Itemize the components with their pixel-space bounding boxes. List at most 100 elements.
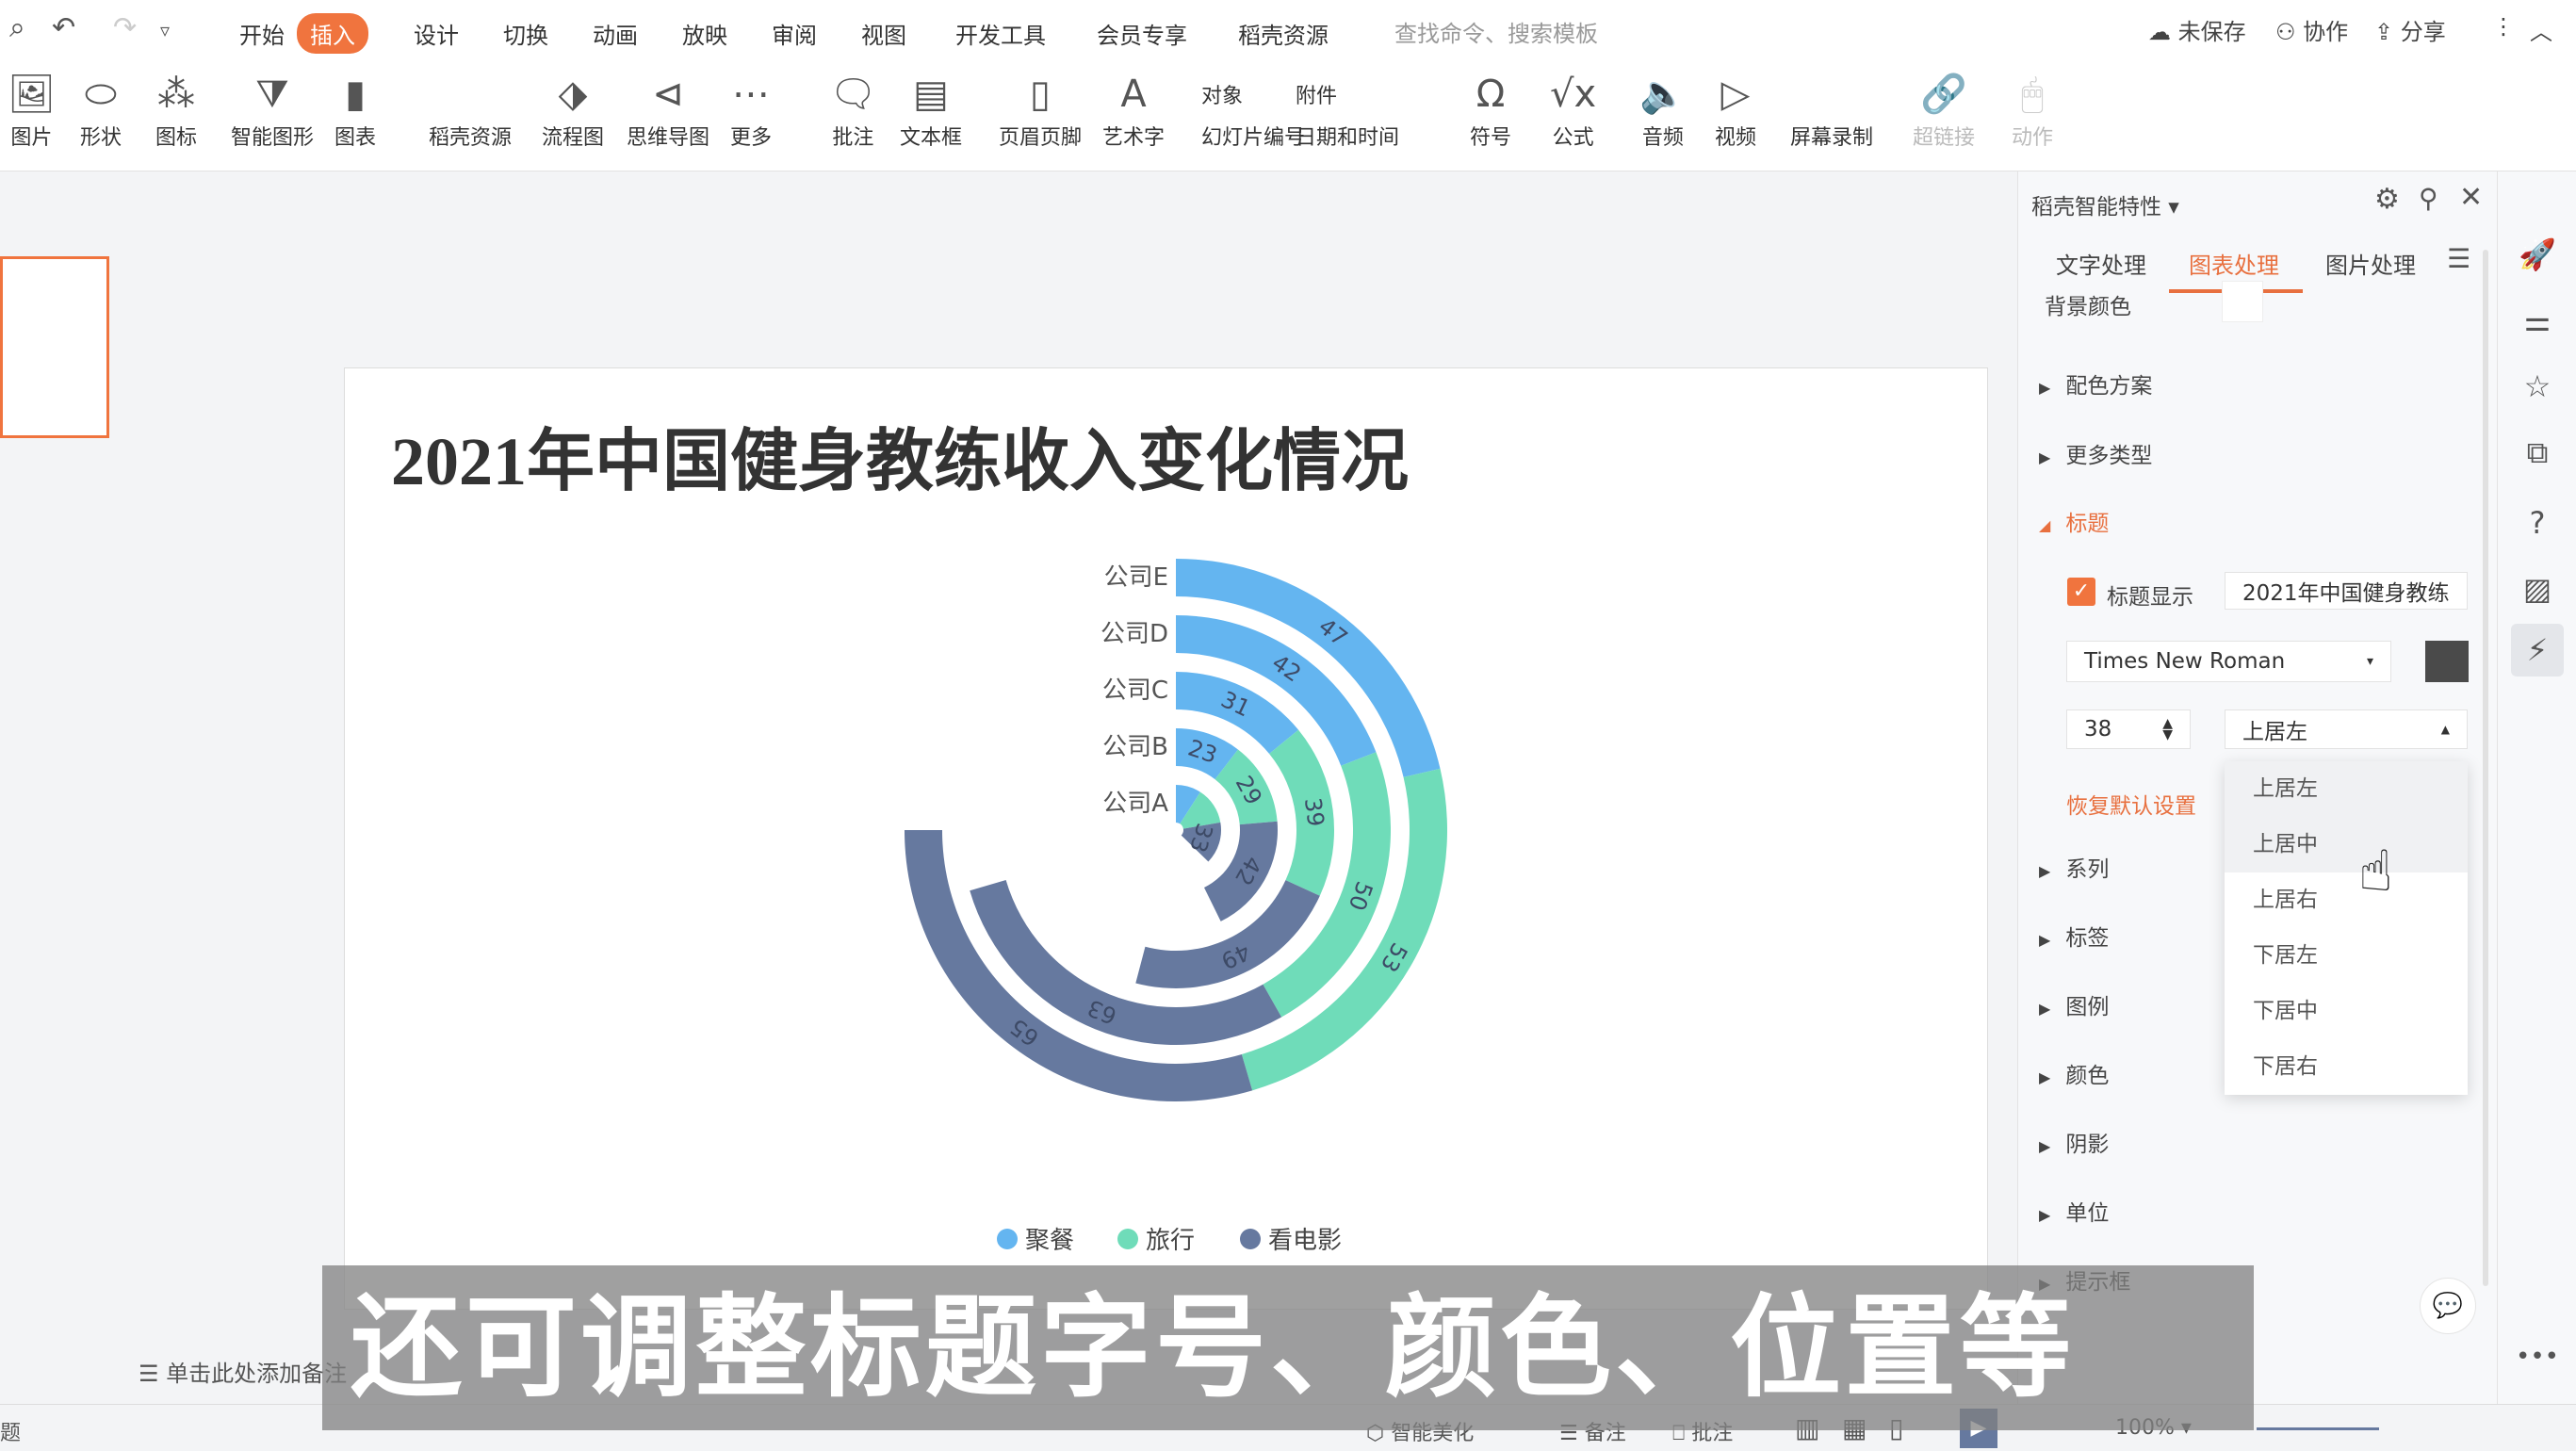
ribbon-icon-button[interactable]: ⁂ 图标 [155,68,197,151]
ribbon-picture-button[interactable]: 🖼 图片 [8,68,56,151]
section-label: 单位 [2065,1201,2110,1226]
panel-tab[interactable]: 图片处理 [2325,247,2416,280]
menu-tab[interactable]: 切换 [490,13,562,54]
collab-button[interactable]: ⚇ 协作 [2275,13,2348,46]
ribbon-textbox-button[interactable]: ▤ 文本框 [900,68,962,151]
ribbon-action-button[interactable]: 🖱 动作 [2012,68,2053,151]
search-icon[interactable]: ⌕ [9,11,25,44]
position-option[interactable]: 上居左 [2225,761,2468,817]
section-0[interactable]: ▶ 系列 [2039,851,2109,883]
ribbon-chart-button[interactable]: ▮ 图表 [334,68,376,151]
position-option[interactable]: 上居中 [2225,817,2468,872]
section-0[interactable]: ▶ 配色方案 [2039,367,2152,399]
legend-item[interactable]: 看电影 [1240,1221,1342,1256]
ribbon-more-button[interactable]: ⋯ 更多 [730,68,772,151]
star-icon[interactable]: ☆ [2511,360,2564,413]
section-5[interactable]: ▶ 单位 [2039,1195,2109,1227]
menu-tab[interactable]: 稻壳资源 [1225,13,1342,54]
title-show-checkbox[interactable]: ✓ [2067,578,2095,606]
smart-feature-icon[interactable]: ⚡ [2511,624,2564,677]
chat-icon[interactable]: 💬 [2420,1278,2476,1334]
ribbon-wordart-button[interactable]: A 艺术字 [1102,68,1165,151]
position-option[interactable]: 下居中 [2225,984,2468,1039]
sliders-icon[interactable]: ⚌ [2511,294,2564,347]
ribbon-header-footer-button[interactable]: ▯ 页眉页脚 [999,68,1082,151]
pin-icon[interactable]: ⚲ [2419,183,2438,214]
customize-icon[interactable]: ▿ [160,19,170,41]
header-footer-icon: ▯ [1030,73,1052,116]
menu-tab[interactable]: 会员专享 [1084,13,1200,54]
position-select[interactable]: 上居左 ▲ [2225,709,2468,749]
ribbon-mindmap-button[interactable]: ⊲ 思维导图 [627,68,709,151]
undo-icon[interactable]: ↶ [52,11,75,44]
position-option[interactable]: 下居右 [2225,1039,2468,1095]
gear-icon[interactable]: ⚙ [2374,183,2400,216]
panel-scrollbar[interactable] [2483,250,2488,1286]
video-subtitle: 还可调整标题字号、颜色、位置等 [322,1265,2254,1430]
legend-item[interactable]: 旅行 [1117,1221,1195,1256]
ribbon-video-button[interactable]: ▷ 视频 [1715,68,1756,151]
slide-thumbnail[interactable] [0,256,109,438]
ribbon-shape-button[interactable]: ⬭ 形状 [80,68,122,151]
font-color-swatch[interactable] [2425,641,2469,682]
menu-tab[interactable]: 设计 [400,13,472,54]
position-option[interactable]: 下居左 [2225,928,2468,984]
section-title[interactable]: ◢ 标题 [2039,505,2109,537]
panel-tab[interactable]: 图表处理 [2189,247,2279,280]
share-button[interactable]: ⇪ 分享 [2374,13,2446,46]
font-select[interactable]: Times New Roman ▾ [2066,641,2391,682]
section-2[interactable]: ▶ 图例 [2039,988,2109,1020]
chart-title[interactable]: 2021年中国健身教练收入变化情况 [391,405,1409,504]
more-icon[interactable]: ⋮ [2492,13,2515,40]
ribbon-small-button[interactable]: 日期和时间 [1296,121,1399,151]
position-option[interactable]: 上居右 [2225,872,2468,928]
legend-dot [997,1228,1018,1249]
menu-tab[interactable]: 动画 [579,13,651,54]
redo-icon[interactable]: ↷ [113,11,137,44]
slide[interactable] [344,367,1988,1310]
ribbon-hyperlink-button[interactable]: 🔗 超链接 [1913,68,1975,151]
ribbon-resources-button[interactable]: 稻壳资源 [429,121,512,151]
menu-tab[interactable]: 开始 [226,13,298,54]
panel-tab[interactable]: 文字处理 [2056,247,2146,280]
menu-icon[interactable]: ☰ [2447,243,2470,274]
section-3[interactable]: ▶ 颜色 [2039,1057,2109,1089]
image-tool-icon[interactable]: ▨ [2511,562,2564,615]
legend-item[interactable]: 聚餐 [997,1221,1074,1256]
collapse-icon[interactable]: ︿ [2530,13,2552,46]
ribbon-small-button[interactable]: 幻灯片编号 [1201,121,1305,151]
title-text-input[interactable]: 2021年中国健身教练 [2225,572,2468,610]
font-size-stepper[interactable]: 38 ▲ ▼ [2066,709,2191,749]
slideshow-icon[interactable]: ⧉ [2511,426,2564,479]
ribbon-small-button[interactable]: 附件 [1296,79,1337,109]
ribbon-smart-art-button[interactable]: ⧩ 智能图形 [231,68,314,151]
bg-color-swatch[interactable] [2222,281,2263,322]
unsaved-button[interactable]: ☁ 未保存 [2148,13,2246,46]
legend-dot [1117,1228,1138,1249]
reset-defaults-link[interactable]: 恢复默认设置 [2066,788,2196,820]
section-1[interactable]: ▶ 更多类型 [2039,437,2152,469]
section-4[interactable]: ▶ 阴影 [2039,1126,2109,1158]
menu-tab[interactable]: 审阅 [758,13,830,54]
panel-title[interactable]: 稻壳智能特性 ▾ [2031,188,2179,220]
more-dots-icon[interactable]: ••• [2511,1330,2564,1383]
section-1[interactable]: ▶ 标签 [2039,920,2109,952]
menu-tab[interactable]: 插入 [297,13,368,54]
close-icon[interactable]: ✕ [2459,181,2483,214]
ribbon-symbol-button[interactable]: Ω 符号 [1470,68,1511,151]
help-icon[interactable]: ? [2511,497,2564,549]
rocket-icon[interactable]: 🚀 [2511,228,2564,281]
menu-tab[interactable]: 视图 [848,13,920,54]
video-icon: ▷ [1720,73,1751,116]
ribbon-audio-button[interactable]: 🔈 音频 [1639,68,1687,151]
command-search[interactable]: 查找命令、搜索模板 [1394,15,1598,48]
ribbon-screen-record-button[interactable]: 屏幕录制 [1790,121,1873,151]
ribbon-comment-button[interactable]: 🗨 批注 [829,68,877,151]
menu-tab[interactable]: 放映 [669,13,741,54]
menu-tab[interactable]: 开发工具 [942,13,1059,54]
ribbon-formula-button[interactable]: √x 公式 [1550,68,1596,151]
stepper-arrows-icon[interactable]: ▲ ▼ [2162,717,2173,742]
ribbon-small-button[interactable]: 对象 [1201,79,1243,109]
zoom-slider[interactable] [2257,1427,2379,1430]
ribbon-flowchart-button[interactable]: ⬗ 流程图 [542,68,604,151]
